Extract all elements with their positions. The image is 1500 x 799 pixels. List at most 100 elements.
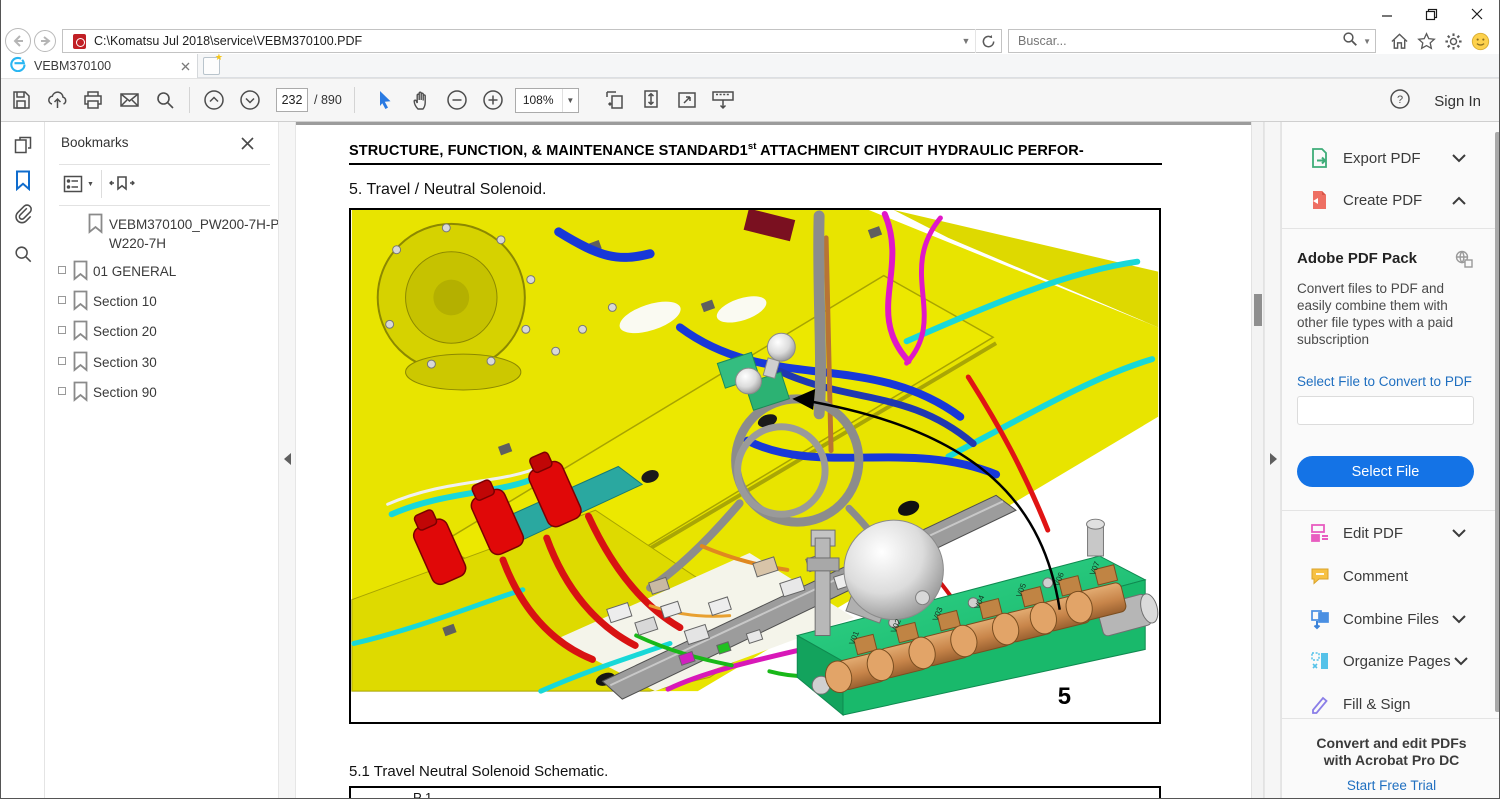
promo-title-line2: with Acrobat Pro DC [1282, 752, 1500, 769]
search-icon[interactable] [1342, 31, 1358, 52]
attachments-icon[interactable] [11, 201, 35, 225]
minimize-button[interactable] [1364, 0, 1409, 28]
figure-travel-neutral-solenoid: V01 V02 V03 V04 V05 V06 V07 5 [349, 208, 1161, 724]
save-icon[interactable] [3, 83, 39, 117]
zoom-level-select[interactable]: 108% ▼ [515, 88, 579, 113]
bookmark-expander-icon[interactable] [58, 387, 66, 395]
start-free-trial-link[interactable]: Start Free Trial [1347, 778, 1436, 793]
organize-pages-tool[interactable]: Organize Pages [1282, 644, 1500, 678]
feedback-smiley-icon[interactable] [1467, 29, 1494, 53]
collapse-left-icon[interactable] [284, 453, 291, 465]
bookmark-flag-icon [72, 290, 89, 316]
create-pdf-tool[interactable]: Create PDF [1282, 183, 1500, 217]
search-input[interactable] [1009, 30, 1342, 52]
chevron-down-icon[interactable] [1449, 615, 1469, 624]
ie-logo-icon [10, 56, 26, 77]
bookmark-expander-icon[interactable] [58, 357, 66, 365]
fullscreen-icon[interactable] [669, 83, 705, 117]
home-icon[interactable] [1386, 29, 1413, 53]
bookmarks-options-icon[interactable]: ▼ [63, 174, 94, 194]
edit-pdf-icon [1309, 522, 1331, 544]
select-file-convert-link[interactable]: Select File to Convert to PDF [1297, 374, 1472, 389]
favorites-star-icon[interactable] [1413, 29, 1440, 53]
page-thumbnails-icon[interactable] [11, 133, 35, 157]
chevron-up-icon[interactable] [1449, 196, 1469, 205]
chevron-down-icon[interactable] [1449, 529, 1469, 538]
previous-page-icon[interactable] [196, 83, 232, 117]
tools-panel-scrollbar-thumb[interactable] [1495, 132, 1500, 712]
bookmark-flag-icon [72, 260, 89, 286]
settings-gear-icon[interactable] [1440, 29, 1467, 53]
address-input[interactable] [94, 30, 957, 52]
select-tool-icon[interactable] [367, 83, 403, 117]
restore-button[interactable] [1409, 0, 1454, 28]
export-pdf-tool[interactable]: Export PDF [1282, 141, 1500, 175]
zoom-out-icon[interactable] [439, 83, 475, 117]
bookmarks-panel: Bookmarks ▼ VE [45, 122, 278, 799]
sidebar-search-icon[interactable] [11, 242, 35, 266]
tool-label: Edit PDF [1343, 525, 1449, 542]
combine-files-tool[interactable]: Combine Files [1282, 602, 1500, 636]
select-file-button[interactable]: Select File [1297, 456, 1474, 487]
zoom-in-icon[interactable] [475, 83, 511, 117]
bookmark-item-section-10[interactable]: Section 10 [45, 292, 278, 314]
document-scrollbar[interactable] [1251, 122, 1264, 799]
comment-icon [1309, 565, 1331, 587]
bookmark-item-label: 01 GENERAL [93, 262, 271, 281]
fill-sign-tool[interactable]: Fill & Sign [1282, 687, 1500, 721]
address-dropdown-caret[interactable]: ▼ [957, 36, 975, 46]
print-icon[interactable] [75, 83, 111, 117]
chevron-down-icon[interactable] [1449, 154, 1469, 163]
page-number-input[interactable] [276, 88, 308, 112]
tab-close-icon[interactable] [173, 54, 197, 78]
pdf-page: STRUCTURE, FUNCTION, & MAINTENANCE STAND… [296, 122, 1251, 799]
help-icon[interactable]: ? [1388, 87, 1412, 116]
share-upload-icon[interactable] [39, 83, 75, 117]
find-icon[interactable] [147, 83, 183, 117]
next-page-icon[interactable] [232, 83, 268, 117]
tab-vebm370100[interactable]: VEBM370100 [1, 54, 198, 78]
bookmark-item-01-general[interactable]: 01 GENERAL [45, 262, 278, 284]
zoom-dropdown-caret[interactable]: ▼ [562, 89, 578, 112]
bookmark-expander-icon[interactable] [58, 296, 66, 304]
reading-mode-icon[interactable] [705, 83, 741, 117]
organize-pages-icon [1309, 650, 1331, 672]
zoom-level-value: 108% [516, 93, 562, 107]
bookmark-item-section-30[interactable]: Section 30 [45, 353, 278, 375]
email-icon[interactable] [111, 83, 147, 117]
new-tab-button[interactable] [203, 57, 220, 75]
expand-current-bookmark-icon[interactable] [109, 172, 135, 201]
address-field[interactable]: ▼ [62, 29, 1002, 53]
collapse-right-icon[interactable] [1270, 453, 1277, 465]
pdf-favicon [73, 34, 86, 49]
convert-file-input[interactable] [1297, 396, 1474, 425]
tool-label: Export PDF [1343, 150, 1449, 167]
comment-tool[interactable]: Comment [1282, 559, 1500, 593]
scrollbar-thumb[interactable] [1254, 294, 1262, 326]
search-field[interactable]: ▼ [1008, 29, 1376, 53]
bookmark-flag-icon [72, 320, 89, 346]
bookmark-item-section-20[interactable]: Section 20 [45, 322, 278, 344]
bookmark-item-root[interactable]: VEBM370100_PW200-7H-PW220-7H [45, 215, 278, 255]
bookmark-item-section-90[interactable]: Section 90 [45, 383, 278, 405]
figure-schematic-partial: P 1 [349, 786, 1161, 799]
bookmarks-close-icon[interactable] [238, 134, 256, 152]
bookmark-expander-icon[interactable] [58, 266, 66, 274]
figure-illustration: V01 V02 V03 V04 V05 V06 V07 5 [351, 210, 1159, 722]
edit-pdf-tool[interactable]: Edit PDF [1282, 516, 1500, 550]
search-dropdown-caret[interactable]: ▼ [1363, 37, 1371, 46]
fit-page-icon[interactable] [633, 83, 669, 117]
bookmarks-collapse-strip[interactable] [278, 122, 296, 799]
forward-button[interactable] [34, 30, 56, 52]
hand-tool-icon[interactable] [403, 83, 439, 117]
chevron-down-icon[interactable] [1451, 657, 1471, 666]
sign-in-button[interactable]: Sign In [1434, 93, 1481, 110]
refresh-icon[interactable] [975, 29, 1001, 53]
bookmark-expander-icon[interactable] [58, 326, 66, 334]
tools-collapse-strip[interactable] [1264, 122, 1281, 799]
back-button[interactable] [5, 28, 31, 54]
bookmarks-panel-icon[interactable] [11, 168, 35, 192]
tools-panel: Export PDF Create PDF Adobe PDF Pack Co [1281, 122, 1500, 799]
fit-width-icon[interactable] [597, 83, 633, 117]
close-button[interactable] [1454, 0, 1499, 28]
